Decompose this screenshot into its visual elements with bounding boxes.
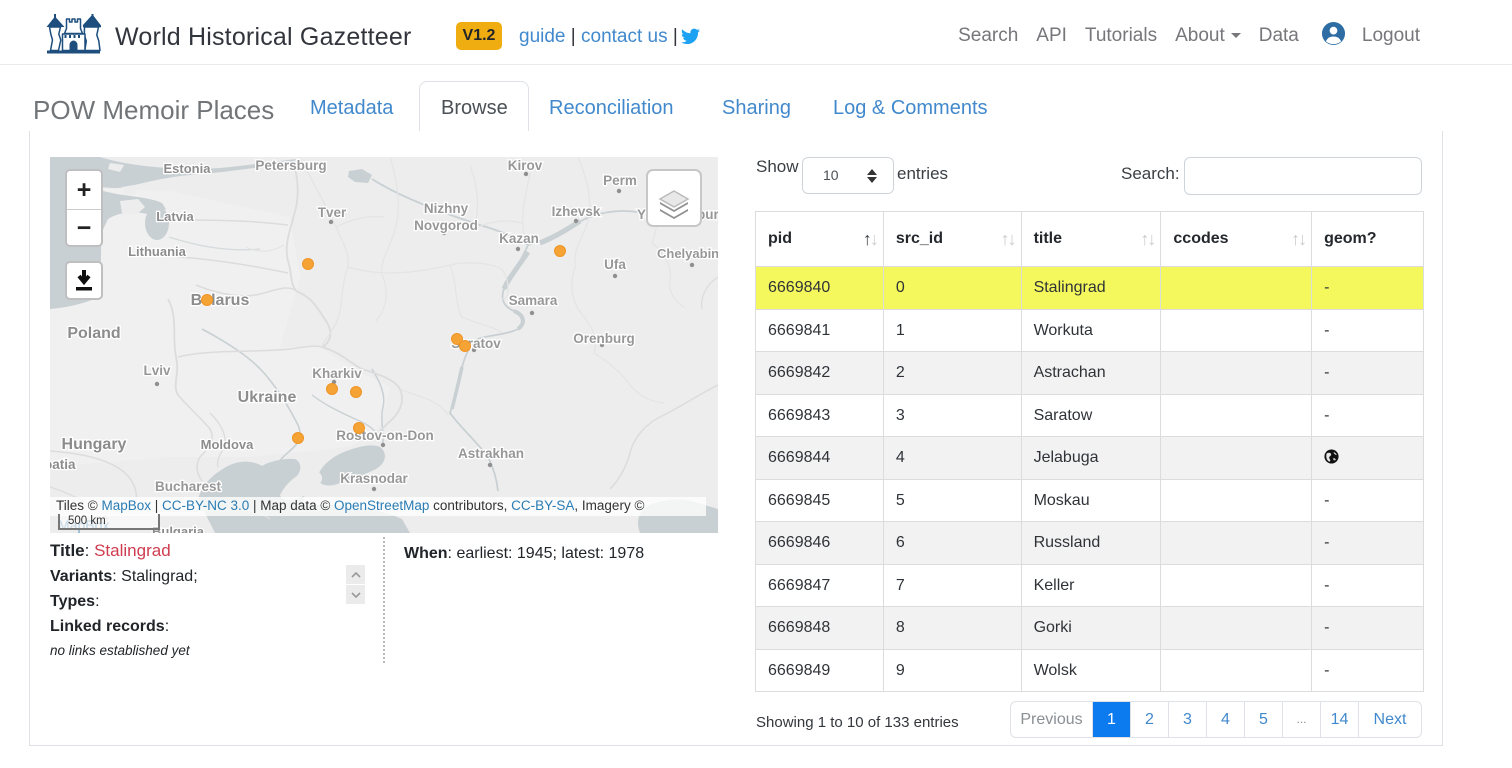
svg-text:Astrakhan: Astrakhan — [458, 446, 524, 461]
svg-text:Ukraine: Ukraine — [238, 389, 297, 406]
svg-text:Kazan: Kazan — [499, 231, 539, 246]
svg-text:Bucharest: Bucharest — [155, 479, 222, 494]
svg-text:Lviv: Lviv — [143, 363, 171, 378]
svg-text:Latvia: Latvia — [156, 209, 194, 224]
svg-text:Rostov-on-Don: Rostov-on-Don — [336, 428, 433, 443]
svg-text:Nizhny: Nizhny — [424, 201, 469, 216]
svg-text:Novgorod: Novgorod — [414, 218, 478, 233]
svg-text:oatia: oatia — [50, 457, 76, 472]
svg-text:Izhevsk: Izhevsk — [552, 204, 601, 219]
svg-text:Perm: Perm — [603, 173, 637, 188]
svg-text:Estonia: Estonia — [164, 161, 212, 176]
svg-text:Moldova: Moldova — [201, 437, 254, 452]
svg-text:Tver: Tver — [318, 205, 347, 220]
svg-text:Kirov: Kirov — [508, 158, 543, 173]
svg-text:Hungary: Hungary — [62, 436, 127, 453]
svg-text:Petersburg: Petersburg — [255, 158, 326, 173]
svg-text:Kharkiv: Kharkiv — [312, 366, 362, 381]
svg-text:Chelyabin: Chelyabin — [657, 246, 718, 261]
svg-text:Lithuania: Lithuania — [128, 244, 187, 259]
svg-text:Ufa: Ufa — [604, 257, 626, 272]
svg-text:Belarus: Belarus — [191, 292, 250, 309]
svg-text:Orenburg: Orenburg — [573, 331, 635, 346]
svg-text:Poland: Poland — [67, 325, 120, 342]
svg-text:Krasnodar: Krasnodar — [340, 471, 408, 486]
svg-text:Samara: Samara — [509, 293, 558, 308]
